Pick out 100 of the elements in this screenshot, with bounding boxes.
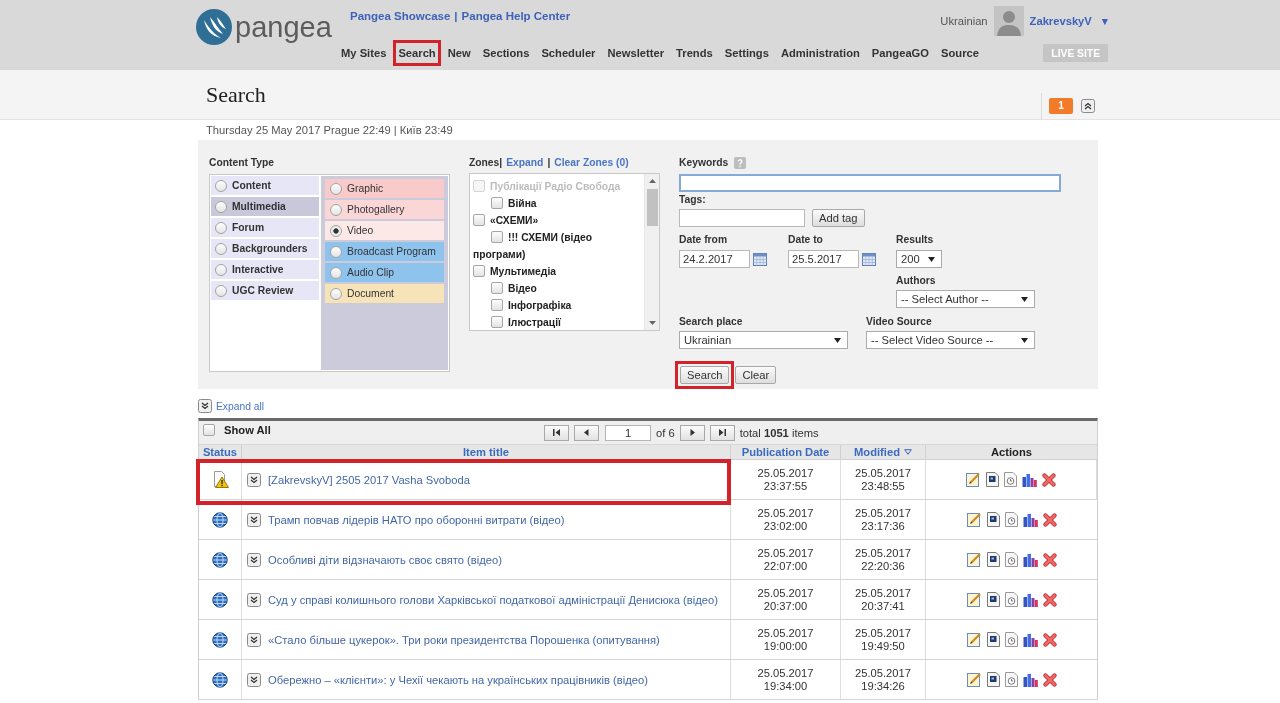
content-type-option[interactable]: UGC Review	[211, 281, 320, 300]
clock-document-icon[interactable]	[1004, 512, 1018, 527]
zone-option[interactable]: Мультимедіа	[473, 263, 642, 280]
search-button[interactable]: Search	[680, 366, 730, 384]
nav-link[interactable]: Sections	[477, 40, 535, 66]
checkbox[interactable]	[203, 424, 215, 436]
radio-button[interactable]	[330, 224, 343, 237]
item-title-link[interactable]: Суд у справі колишнього голови Харківської податкової адміністрації Денисюка (відео)	[268, 593, 718, 606]
bar-chart-icon[interactable]	[1022, 592, 1038, 607]
nav-link[interactable]: Settings	[719, 40, 774, 66]
show-all-label[interactable]: Show All	[224, 424, 271, 436]
subtype-option[interactable]: Photogallery	[325, 200, 444, 219]
radio-button[interactable]	[215, 221, 227, 234]
nav-link[interactable]: My Sites	[336, 40, 392, 66]
double-chevron-down-icon[interactable]	[247, 592, 261, 607]
sort-triangle-icon[interactable]	[904, 449, 912, 455]
column-header[interactable]: Item title	[242, 445, 731, 459]
delete-icon[interactable]	[1042, 632, 1057, 647]
content-type-option[interactable]: Interactive	[211, 260, 320, 279]
help-icon[interactable]	[734, 157, 747, 169]
first-page-button[interactable]	[544, 424, 569, 441]
column-header[interactable]: Modified	[841, 445, 926, 459]
content-type-option[interactable]: Multimedia	[211, 197, 320, 216]
clock-document-icon[interactable]	[1004, 472, 1017, 487]
bar-chart-icon[interactable]	[1022, 552, 1038, 567]
double-chevron-down-icon[interactable]	[247, 552, 261, 567]
clear-button[interactable]: Clear	[735, 366, 777, 384]
zone-option[interactable]: !!! СХЕМИ (відео програми)	[473, 229, 642, 263]
clock-document-icon[interactable]	[1004, 552, 1018, 567]
nav-link[interactable]: Trends	[671, 40, 718, 66]
radio-button[interactable]	[330, 266, 343, 279]
expand-all-link[interactable]: Expand all	[216, 400, 265, 412]
item-title-link[interactable]: Трамп повчав лідерів НАТО про оборонні витрати (відео)	[268, 513, 565, 526]
authors-select[interactable]: -- Select Author --	[896, 290, 1035, 308]
double-chevron-down-icon[interactable]	[247, 512, 261, 527]
nav-link[interactable]: Scheduler	[536, 40, 601, 66]
content-type-option[interactable]: Forum	[211, 218, 320, 237]
delete-icon[interactable]	[1042, 472, 1056, 487]
double-chevron-down-icon[interactable]	[247, 632, 261, 647]
avatar-icon[interactable]	[993, 6, 1024, 36]
double-chevron-up-icon[interactable]	[1081, 99, 1095, 113]
double-chevron-down-icon[interactable]	[247, 672, 261, 687]
nav-link[interactable]: PangeaGO	[866, 40, 935, 66]
expand-zones-link[interactable]: Expand	[506, 156, 544, 170]
video-source-select[interactable]: -- Select Video Source --	[866, 331, 1035, 349]
search-place-select[interactable]: Ukrainian	[679, 331, 848, 349]
tags-field[interactable]	[679, 209, 805, 227]
keywords-field[interactable]	[679, 174, 1061, 192]
next-page-button[interactable]	[679, 424, 705, 441]
page-preview-icon[interactable]	[986, 632, 1000, 647]
clear-zones-link[interactable]: Clear Zones (0)	[554, 156, 629, 170]
results-select[interactable]: 200	[896, 250, 942, 268]
scroll-down-icon[interactable]	[648, 321, 656, 325]
user-menu-caret[interactable]: ▼	[1099, 15, 1110, 27]
bar-chart-icon[interactable]	[1022, 672, 1038, 687]
subtype-option[interactable]: Audio Clip	[325, 263, 444, 282]
radio-button[interactable]	[330, 182, 343, 195]
zone-option[interactable]: Ілюстрації	[473, 314, 642, 330]
date-from-field[interactable]: 24.2.2017	[679, 250, 750, 268]
clock-document-icon[interactable]	[1004, 672, 1018, 687]
calendar-icon[interactable]	[862, 252, 876, 266]
delete-icon[interactable]	[1042, 672, 1057, 687]
page-preview-icon[interactable]	[986, 592, 1000, 607]
page-preview-icon[interactable]	[986, 552, 1000, 567]
subtype-option[interactable]: Broadcast Program	[325, 242, 444, 261]
radio-button[interactable]	[215, 200, 227, 213]
page-preview-icon[interactable]	[986, 512, 1000, 527]
bar-chart-icon[interactable]	[1022, 512, 1038, 527]
item-title-link[interactable]: Особливі діти відзначають своє свято (відео)	[268, 553, 502, 566]
radio-button[interactable]	[215, 242, 227, 255]
checkbox[interactable]	[491, 282, 503, 294]
nav-link[interactable]: Newsletter	[602, 40, 670, 66]
radio-button[interactable]	[330, 287, 343, 300]
scrollbar-thumb[interactable]	[646, 189, 658, 226]
page-preview-icon[interactable]	[986, 472, 999, 487]
delete-icon[interactable]	[1042, 592, 1057, 607]
delete-icon[interactable]	[1042, 552, 1057, 567]
calendar-icon[interactable]	[753, 252, 767, 266]
nav-link[interactable]: Administration	[775, 40, 865, 66]
column-header[interactable]: Status	[199, 445, 242, 459]
checkbox[interactable]	[473, 214, 485, 226]
page-preview-icon[interactable]	[986, 672, 1000, 687]
nav-link[interactable]: Search	[393, 40, 441, 66]
radio-button[interactable]	[215, 284, 227, 297]
zone-option[interactable]: Відео	[473, 280, 642, 297]
previous-page-button[interactable]	[574, 424, 599, 441]
zone-option[interactable]: Інфографіка	[473, 297, 642, 314]
header-link[interactable]: Pangea Showcase	[350, 9, 451, 23]
zone-option[interactable]: «СХЕМИ»	[473, 212, 642, 229]
checkbox[interactable]	[491, 231, 503, 243]
content-type-option[interactable]: Content	[211, 176, 320, 195]
user-menu-link[interactable]: ZakrevskyV	[1029, 15, 1092, 27]
delete-icon[interactable]	[1042, 512, 1057, 527]
subtype-option[interactable]: Document	[325, 284, 444, 303]
double-chevron-down-icon[interactable]	[198, 399, 212, 413]
bar-chart-icon[interactable]	[1022, 472, 1037, 487]
bar-chart-icon[interactable]	[1022, 632, 1038, 647]
last-page-button[interactable]	[709, 424, 735, 441]
radio-button[interactable]	[215, 263, 227, 276]
clock-document-icon[interactable]	[1004, 632, 1018, 647]
